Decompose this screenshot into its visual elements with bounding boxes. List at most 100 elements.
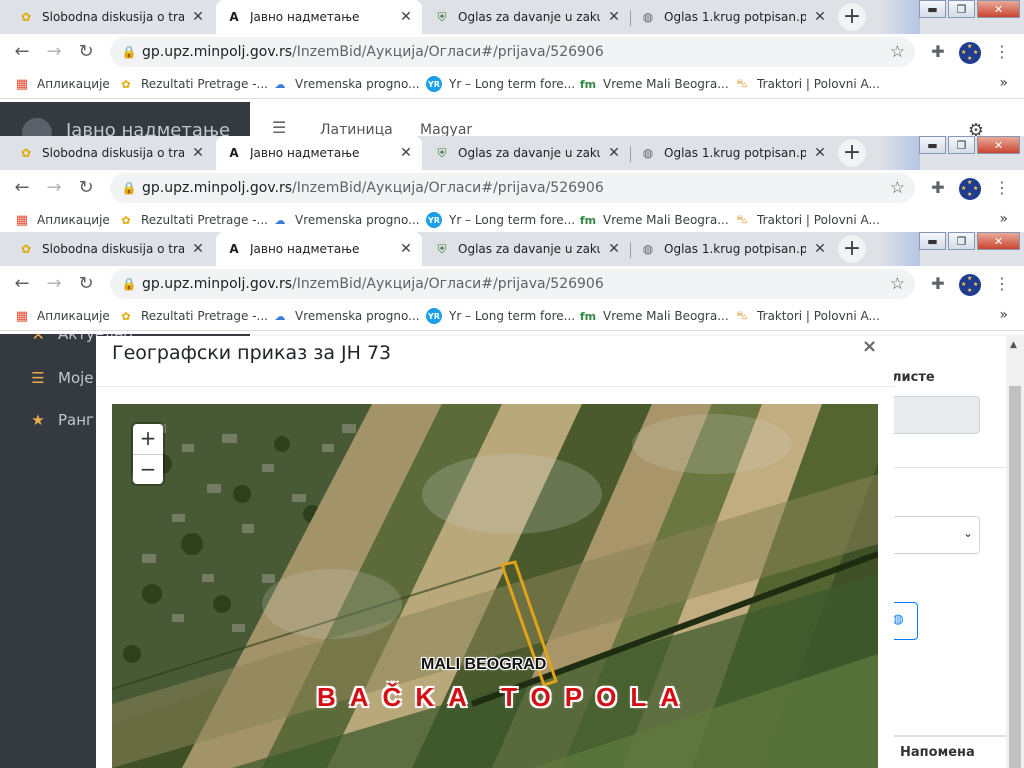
bookmark-vreme-mali-beograd[interactable]: fm Vreme Mali Beogra...	[580, 206, 729, 234]
tab-forum[interactable]: ✿ Slobodna diskusija o trakto ✕	[8, 0, 214, 34]
page-scrollbar[interactable]: ▲	[1006, 336, 1024, 768]
scroll-up-icon[interactable]: ▲	[1010, 340, 1017, 350]
tab-title: Slobodna diskusija o trakto	[42, 10, 184, 24]
zoom-out-button[interactable]: −	[133, 455, 163, 485]
tab-notice[interactable]: ⛨ Oglas za davanje u zakup p ✕	[424, 136, 630, 170]
reload-icon[interactable]: ↻	[72, 174, 100, 202]
bookmark-yr[interactable]: YR Yr – Long term fore...	[426, 302, 575, 330]
tab-close-icon[interactable]: ✕	[190, 241, 206, 257]
bookmark-star-icon[interactable]: ☆	[890, 178, 905, 198]
hamburger-menu-icon[interactable]: ☰	[272, 118, 286, 137]
back-icon[interactable]: ←	[8, 174, 36, 202]
car-icon: ⛍	[736, 76, 748, 90]
tab-close-icon[interactable]: ✕	[812, 145, 828, 161]
kebab-menu-icon[interactable]: ⋮	[988, 38, 1016, 66]
bookmark-traktori[interactable]: ⛍ Traktori | Polovni A...	[734, 70, 880, 98]
back-icon[interactable]: ←	[8, 270, 36, 298]
bookmarks-overflow-button[interactable]: »	[999, 211, 1008, 227]
tab-close-icon[interactable]: ✕	[812, 241, 828, 257]
close-window-button[interactable]: ✕	[977, 0, 1020, 18]
maximize-button[interactable]: ❐	[948, 232, 975, 250]
bookmarks-overflow-button[interactable]: »	[999, 307, 1008, 323]
zoom-in-button[interactable]: +	[133, 424, 163, 455]
profile-avatar[interactable]: ★ ★ ★ ★	[959, 42, 981, 64]
tab-close-icon[interactable]: ✕	[606, 145, 622, 161]
bookmark-rezultati[interactable]: ✿ Rezultati Pretrage -...	[118, 302, 268, 330]
tab-pdf[interactable]: ◍ Oglas 1.krug potpisan.pdf ✕	[630, 232, 836, 266]
new-tab-button[interactable]: +	[838, 139, 866, 167]
bookmark-label: Vreme Mali Beogra...	[603, 77, 729, 91]
kebab-menu-icon[interactable]: ⋮	[988, 174, 1016, 202]
scrollbar-thumb[interactable]	[1009, 386, 1021, 768]
url-host: gp.upz.minpolj.gov.rs	[142, 276, 293, 292]
minimize-button[interactable]: ▬	[919, 0, 946, 18]
lock-icon[interactable]: 🔒	[116, 277, 142, 291]
bookmark-star-icon[interactable]: ☆	[890, 274, 905, 294]
extensions-puzzle-icon[interactable]: ✚	[924, 270, 952, 298]
bookmark-vremenska[interactable]: ☁ Vremenska progno...	[272, 70, 420, 98]
tab-notice[interactable]: ⛨ Oglas za davanje u zakup p ✕	[424, 232, 630, 266]
tab-forum[interactable]: ✿ Slobodna diskusija o trakto ✕	[8, 136, 214, 170]
modal-close-button[interactable]: ×	[862, 336, 877, 357]
lock-icon[interactable]: 🔒	[116, 181, 142, 195]
bookmark-traktori[interactable]: ⛍ Traktori | Polovni A...	[734, 206, 880, 234]
maximize-button[interactable]: ❐	[948, 136, 975, 154]
new-tab-button[interactable]: +	[838, 3, 866, 31]
tab-notice[interactable]: ⛨ Oglas za davanje u zakup p ✕	[424, 0, 630, 34]
forward-icon[interactable]: →	[40, 174, 68, 202]
bookmark-vremenska[interactable]: ☁ Vremenska progno...	[272, 206, 420, 234]
maximize-button[interactable]: ❐	[948, 0, 975, 18]
car-icon: ⛍	[736, 212, 748, 226]
bookmark-apps[interactable]: ▦ Апликације	[14, 302, 110, 330]
bookmark-vreme-mali-beograd[interactable]: fm Vreme Mali Beogra...	[580, 70, 729, 98]
close-window-button[interactable]: ✕	[977, 136, 1020, 154]
minimize-button[interactable]: ▬	[919, 136, 946, 154]
bookmark-yr[interactable]: YR Yr – Long term fore...	[426, 70, 575, 98]
bookmark-label: Vreme Mali Beogra...	[603, 309, 729, 323]
tab-close-icon[interactable]: ✕	[398, 241, 414, 257]
tab-pdf[interactable]: ◍ Oglas 1.krug potpisan.pdf ✕	[630, 0, 836, 34]
tab-close-icon[interactable]: ✕	[606, 9, 622, 25]
extensions-puzzle-icon[interactable]: ✚	[924, 38, 952, 66]
tab-auction[interactable]: A Јавно надметање ✕	[216, 136, 422, 170]
forward-icon[interactable]: →	[40, 38, 68, 66]
close-window-button[interactable]: ✕	[977, 232, 1020, 250]
bookmark-label: Traktori | Polovni A...	[757, 213, 880, 227]
bookmark-rezultati[interactable]: ✿ Rezultati Pretrage -...	[118, 70, 268, 98]
satellite-map[interactable]: + − MALI BEOGRAD BAČKA TOPOLA	[112, 404, 878, 768]
extensions-puzzle-icon[interactable]: ✚	[924, 174, 952, 202]
address-bar[interactable]: 🔒 gp.upz.minpolj.gov.rs/InzemBid/Аукција…	[110, 173, 915, 203]
tab-forum[interactable]: ✿ Slobodna diskusija o trakto ✕	[8, 232, 214, 266]
tab-auction[interactable]: A Јавно надметање ✕	[216, 232, 422, 266]
kebab-menu-icon[interactable]: ⋮	[988, 270, 1016, 298]
tab-close-icon[interactable]: ✕	[190, 9, 206, 25]
back-icon[interactable]: ←	[8, 38, 36, 66]
bookmark-yr[interactable]: YR Yr – Long term fore...	[426, 206, 575, 234]
address-bar[interactable]: 🔒 gp.upz.minpolj.gov.rs/InzemBid/Аукција…	[110, 37, 915, 67]
reload-icon[interactable]: ↻	[72, 270, 100, 298]
bookmark-rezultati[interactable]: ✿ Rezultati Pretrage -...	[118, 206, 268, 234]
forward-icon[interactable]: →	[40, 270, 68, 298]
bookmarks-overflow-button[interactable]: »	[999, 75, 1008, 91]
tab-close-icon[interactable]: ✕	[812, 9, 828, 25]
profile-avatar[interactable]: ★ ★ ★ ★	[959, 178, 981, 200]
tab-auction[interactable]: A Јавно надметање ✕	[216, 0, 422, 34]
bookmark-traktori[interactable]: ⛍ Traktori | Polovni A...	[734, 302, 880, 330]
address-bar[interactable]: 🔒 gp.upz.minpolj.gov.rs/InzemBid/Аукција…	[110, 269, 915, 299]
bookmark-vremenska[interactable]: ☁ Vremenska progno...	[272, 302, 420, 330]
bookmark-star-icon[interactable]: ☆	[890, 42, 905, 62]
tab-close-icon[interactable]: ✕	[606, 241, 622, 257]
browser-window-front: ✿ Slobodna diskusija o trakto ✕ A Јавно …	[0, 232, 1024, 334]
tab-pdf[interactable]: ◍ Oglas 1.krug potpisan.pdf ✕	[630, 136, 836, 170]
bookmark-apps[interactable]: ▦ Апликације	[14, 206, 110, 234]
tab-close-icon[interactable]: ✕	[398, 9, 414, 25]
bookmark-apps[interactable]: ▦ Апликације	[14, 70, 110, 98]
tab-close-icon[interactable]: ✕	[190, 145, 206, 161]
reload-icon[interactable]: ↻	[72, 38, 100, 66]
lock-icon[interactable]: 🔒	[116, 45, 142, 59]
profile-avatar[interactable]: ★ ★ ★ ★	[959, 274, 981, 296]
new-tab-button[interactable]: +	[838, 235, 866, 263]
minimize-button[interactable]: ▬	[919, 232, 946, 250]
tab-close-icon[interactable]: ✕	[398, 145, 414, 161]
bookmark-vreme-mali-beograd[interactable]: fm Vreme Mali Beogra...	[580, 302, 729, 330]
